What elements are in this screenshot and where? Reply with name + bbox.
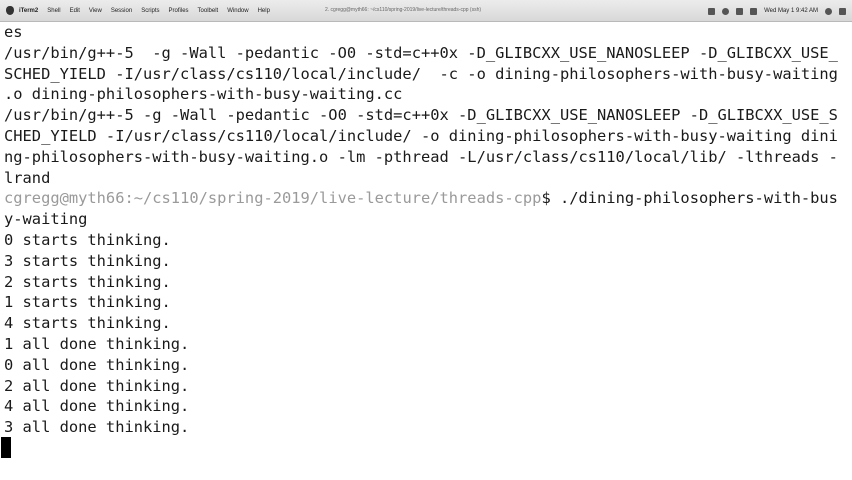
prompt-user-host: cgregg@myth66: [4, 189, 125, 208]
notification-center-icon[interactable]: [839, 7, 846, 15]
apple-icon[interactable]: [6, 6, 14, 15]
program-output-line: 0 starts thinking.: [4, 230, 171, 249]
terminal-output: es /usr/bin/g++-5 -g -Wall -pedantic -O0…: [4, 22, 838, 438]
program-output-line: 0 all done thinking.: [4, 355, 190, 374]
terminal-line: /usr/bin/g++-5 -g -Wall -pedantic -O0 -s…: [4, 106, 838, 125]
terminal-line: SCHED_YIELD -I/usr/class/cs110/local/inc…: [4, 64, 838, 83]
menu-scripts[interactable]: Scripts: [141, 8, 159, 14]
terminal-window[interactable]: es /usr/bin/g++-5 -g -Wall -pedantic -O0…: [0, 22, 852, 480]
wifi-icon[interactable]: [722, 7, 730, 15]
status-area: Wed May 1 9:42 AM: [708, 0, 846, 22]
program-output-line: 2 all done thinking.: [4, 376, 190, 395]
menu-window[interactable]: Window: [227, 8, 248, 14]
menu-edit[interactable]: Edit: [70, 8, 80, 14]
terminal-line: /usr/bin/g++-5 -g -Wall -pedantic -O0 -s…: [4, 43, 838, 62]
menu-toolbelt[interactable]: Toolbelt: [198, 8, 219, 14]
menu-view[interactable]: View: [89, 8, 102, 14]
terminal-line: ng-philosophers-with-busy-waiting.o -lm …: [4, 147, 838, 166]
program-output-line: 2 starts thinking.: [4, 272, 171, 291]
menu-bar: iTerm2 Shell Edit View Session Scripts P…: [0, 0, 852, 22]
menu-session[interactable]: Session: [111, 8, 132, 14]
terminal-line: es: [4, 23, 23, 41]
battery-icon[interactable]: [736, 7, 744, 15]
menu-clock[interactable]: Wed May 1 9:42 AM: [764, 8, 818, 14]
program-output-line: 1 starts thinking.: [4, 293, 171, 312]
menu-profiles[interactable]: Profiles: [169, 8, 189, 14]
screen-icon[interactable]: [708, 7, 716, 15]
terminal-line: CHED_YIELD -I/usr/class/cs110/local/incl…: [4, 126, 838, 145]
prompt-path: :~/cs110/spring-2019/live-lecture/thread…: [124, 189, 542, 208]
program-output-line: 1 all done thinking.: [4, 334, 190, 353]
search-icon[interactable]: [825, 7, 832, 15]
menu-shell[interactable]: Shell: [47, 8, 60, 14]
window-title: 2. cgregg@myth66: ~/cs110/spring-2019/li…: [325, 7, 482, 13]
terminal-cursor: [1, 437, 11, 458]
prompt-command: $ ./dining-philosophers-with-bus: [541, 189, 838, 208]
volume-icon[interactable]: [750, 7, 758, 15]
terminal-line: lrand: [4, 168, 51, 187]
terminal-line: .o dining-philosophers-with-busy-waiting…: [4, 85, 403, 104]
shell-prompt-line: cgregg@myth66:~/cs110/spring-2019/live-l…: [4, 188, 838, 209]
program-output-line: 4 all done thinking.: [4, 397, 190, 416]
menu-app-iterm2[interactable]: iTerm2: [19, 8, 38, 14]
program-output-line: 4 starts thinking.: [4, 314, 171, 333]
menu-help[interactable]: Help: [258, 8, 270, 14]
terminal-line: y-waiting: [4, 210, 88, 229]
program-output-line: 3 starts thinking.: [4, 251, 171, 270]
program-output-line: 3 all done thinking.: [4, 418, 190, 437]
